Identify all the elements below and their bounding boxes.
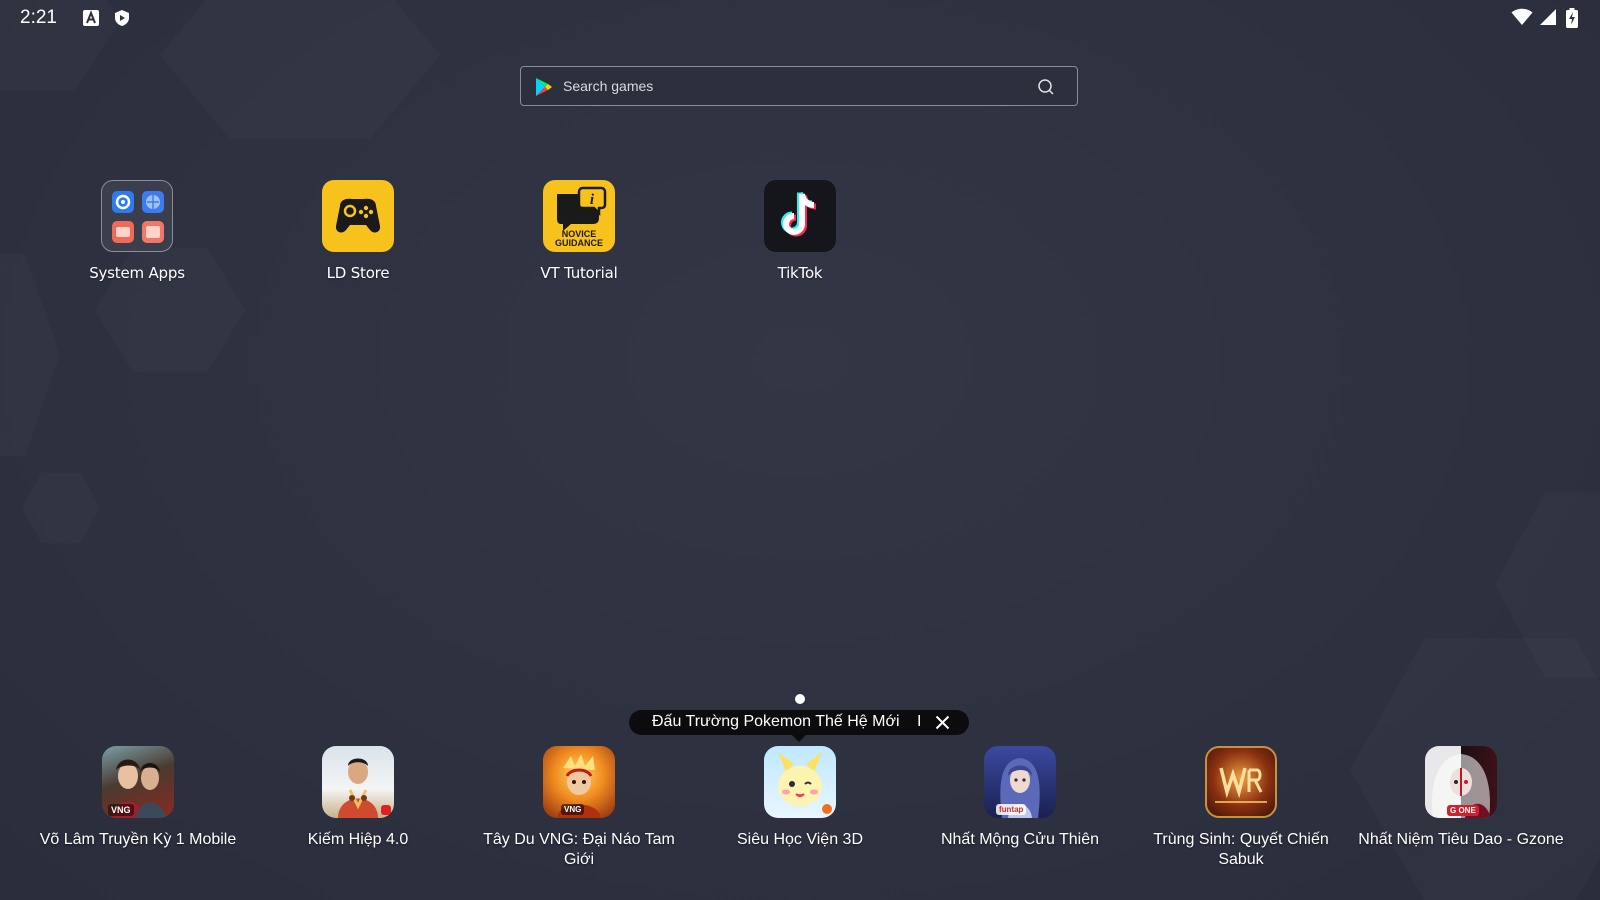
app-label: VT Tutorial — [540, 264, 618, 282]
battery-charging-icon — [1566, 8, 1578, 28]
app-label: TikTok — [777, 264, 823, 282]
game-kiem-hiep[interactable]: Kiếm Hiệp 4.0 — [253, 746, 463, 850]
game-trung-sinh[interactable]: Trùng Sinh: Quyết Chiến Sabuk — [1136, 746, 1346, 870]
game-label: Trùng Sinh: Quyết Chiến Sabuk — [1153, 831, 1329, 868]
game-sieu-hoc-vien[interactable]: Siêu Học Viện 3D — [695, 746, 905, 850]
gamepad-icon — [322, 180, 394, 252]
tay-du-game-icon: VNG — [543, 746, 615, 818]
game-label: Kiếm Hiệp 4.0 — [307, 831, 409, 848]
game-label: Tây Du VNG: Đại Náo Tam Giới — [483, 831, 675, 868]
novice-guidance-icon: i NOVICE GUIDANCE — [543, 180, 615, 252]
gzone-badge: G ONE — [1447, 805, 1479, 816]
app-ld-store[interactable]: LD Store — [268, 180, 448, 282]
game-nhat-mong[interactable]: funtap Nhất Mộng Cửu Thiên — [915, 746, 1125, 850]
game-label: Võ Lâm Truyền Kỳ 1 Mobile — [39, 831, 237, 848]
trung-sinh-game-icon — [1205, 746, 1277, 818]
app-tiktok[interactable]: TikTok — [710, 180, 890, 282]
promo-separator: I — [917, 713, 922, 730]
home-screen: 2:21 Search games System Apps LD Store i… — [0, 0, 1600, 900]
app-system-apps[interactable]: System Apps — [47, 180, 227, 282]
nhat-mong-game-icon: funtap — [984, 746, 1056, 818]
kiem-hiep-game-icon — [322, 746, 394, 818]
keyboard-a-icon — [83, 10, 99, 26]
vng-games-badge: VNG — [108, 804, 134, 816]
status-bar: 2:21 — [0, 0, 1600, 36]
vng-games-badge: VNG — [561, 804, 585, 815]
search-input[interactable] — [563, 67, 1023, 105]
background-hexagon — [22, 473, 100, 543]
vo-lam-game-icon: VNG — [102, 746, 174, 818]
guidance-text: GUIDANCE — [554, 238, 603, 248]
google-play-icon — [536, 78, 552, 96]
game-label: Nhất Niệm Tiêu Dao - Gzone — [1358, 831, 1564, 848]
play-protect-shield-icon — [115, 10, 129, 26]
promo-text: Đấu Trường Pokemon Thế Hệ Mới — [652, 713, 900, 730]
promo-tooltip[interactable]: Đấu Trường Pokemon Thế Hệ Mới I — [629, 710, 969, 742]
wifi-icon — [1511, 8, 1533, 25]
funtap-badge: funtap — [996, 804, 1027, 815]
app-label: LD Store — [326, 264, 390, 282]
tiktok-icon — [764, 180, 836, 252]
game-nhat-niem[interactable]: G ONE Nhất Niệm Tiêu Dao - Gzone — [1356, 746, 1566, 850]
nhat-niem-game-icon: G ONE — [1425, 746, 1497, 818]
search-icon[interactable] — [1037, 78, 1055, 96]
cell-signal-icon — [1540, 9, 1556, 25]
search-bar[interactable] — [520, 66, 1078, 106]
game-label: Siêu Học Viện 3D — [737, 831, 863, 848]
close-icon[interactable] — [935, 715, 950, 730]
page-indicator-dot — [795, 694, 805, 704]
system-apps-folder-icon — [101, 180, 173, 252]
app-vt-tutorial[interactable]: i NOVICE GUIDANCE VT Tutorial — [489, 180, 669, 282]
game-label: Nhất Mộng Cửu Thiên — [940, 831, 1100, 848]
game-corner-badge — [822, 804, 832, 814]
sieu-hoc-vien-game-icon — [764, 746, 836, 818]
status-clock: 2:21 — [20, 7, 57, 28]
game-vo-lam[interactable]: VNG Võ Lâm Truyền Kỳ 1 Mobile — [33, 746, 243, 850]
game-tay-du[interactable]: VNG Tây Du VNG: Đại Náo Tam Giới — [474, 746, 684, 870]
game-corner-badge — [381, 805, 391, 815]
app-label: System Apps — [89, 264, 185, 282]
